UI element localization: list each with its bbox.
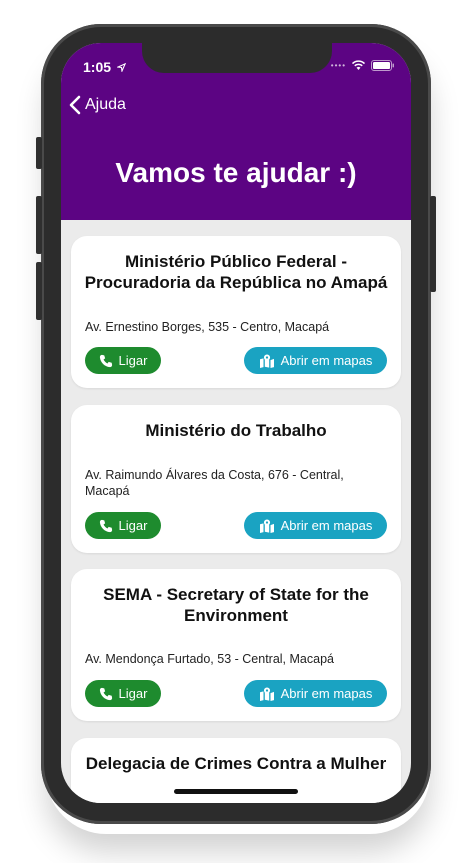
open-maps-button[interactable]: Abrir em mapas — [244, 680, 387, 707]
phone-icon — [99, 687, 112, 700]
call-button[interactable]: Ligar — [85, 680, 161, 707]
wifi-icon — [351, 60, 366, 70]
map-marked-icon — [259, 518, 274, 533]
map-marked-icon — [259, 686, 274, 701]
mute-switch — [36, 137, 42, 169]
back-button[interactable]: Ajuda — [69, 95, 126, 115]
call-button[interactable]: Ligar — [85, 347, 161, 374]
back-label: Ajuda — [85, 96, 126, 113]
contact-list: Ministério Público Federal - Procuradori… — [61, 220, 411, 803]
volume-up-button — [36, 196, 42, 254]
card-title: Ministério do Trabalho — [145, 421, 327, 440]
phone-icon — [99, 519, 112, 532]
screen: 1:05 •••• Ajuda Vamos te ajudar :) Minis… — [61, 43, 411, 803]
phone-icon — [99, 354, 112, 367]
card-title: Ministério Público Federal - Procuradori… — [84, 252, 388, 292]
card-address: Av. Ernestino Borges, 535 - Centro, Maca… — [85, 320, 330, 334]
status-bar-time: 1:05 — [83, 59, 127, 75]
status-bar-indicators: •••• — [331, 60, 395, 71]
card-address: Av. Mendonça Furtado, 53 - Central, Maca… — [85, 652, 334, 666]
signal-dots-icon: •••• — [330, 61, 346, 70]
volume-down-button — [36, 262, 42, 320]
card-address: Av. Raimundo Álvares da Costa, 676 - Cen… — [85, 468, 344, 498]
battery-icon — [371, 60, 394, 71]
call-button[interactable]: Ligar — [85, 512, 161, 539]
contact-card: Ministério do Trabalho Av. Raimundo Álva… — [71, 405, 401, 553]
contact-card: SEMA - Secretary of State for the Enviro… — [71, 569, 401, 721]
chevron-left-icon — [69, 95, 81, 115]
location-arrow-icon — [115, 62, 127, 74]
page-title: Vamos te ajudar :) — [115, 157, 357, 188]
notch — [142, 43, 332, 73]
map-marked-icon — [259, 353, 274, 368]
contact-card: Ministério Público Federal - Procuradori… — [71, 236, 401, 388]
open-maps-button[interactable]: Abrir em mapas — [244, 347, 387, 374]
home-indicator — [174, 789, 298, 794]
card-title: Delegacia de Crimes Contra a Mulher — [85, 754, 387, 773]
open-maps-button[interactable]: Abrir em mapas — [244, 512, 387, 539]
card-title: SEMA - Secretary of State for the Enviro… — [103, 585, 369, 625]
power-button — [430, 196, 436, 292]
